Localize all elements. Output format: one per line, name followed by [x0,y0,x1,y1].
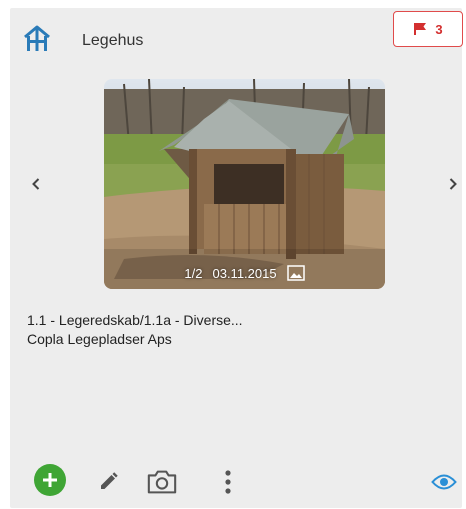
flag-icon [414,23,427,35]
chevron-left-icon [32,178,40,190]
photo-counter: 1/2 [184,265,203,281]
edit-button[interactable] [92,466,124,498]
pencil-icon [101,472,118,489]
item-title: Legehus [82,32,144,49]
more-options-button[interactable] [212,466,244,498]
flag-button[interactable]: 3 [393,11,463,47]
item-supplier: Copla Legepladser Aps [27,331,172,347]
camera-icon [147,470,177,494]
previous-photo-button[interactable] [24,172,48,196]
eye-icon [431,474,457,490]
next-photo-button[interactable] [441,172,465,196]
chevron-right-icon [449,178,457,190]
playhouse-photo [104,79,385,289]
view-button[interactable] [428,466,460,498]
photo-date: 03.11.2015 [212,265,277,281]
item-category: 1.1 - Legeredskab/1.1a - Diverse... [27,312,243,328]
plus-circle-icon [43,473,57,487]
item-photo[interactable]: 1/2 03.11.2015 [104,79,385,289]
add-button[interactable] [34,464,66,496]
camera-button[interactable] [146,466,178,498]
image-icon [286,265,305,281]
playhouse-icon [24,25,50,51]
more-vertical-icon [225,470,231,494]
photo-overlay: 1/2 03.11.2015 [104,265,385,281]
item-info: 1.1 - Legeredskab/1.1a - Diverse... Copl… [27,311,243,349]
flag-count: 3 [435,21,443,37]
